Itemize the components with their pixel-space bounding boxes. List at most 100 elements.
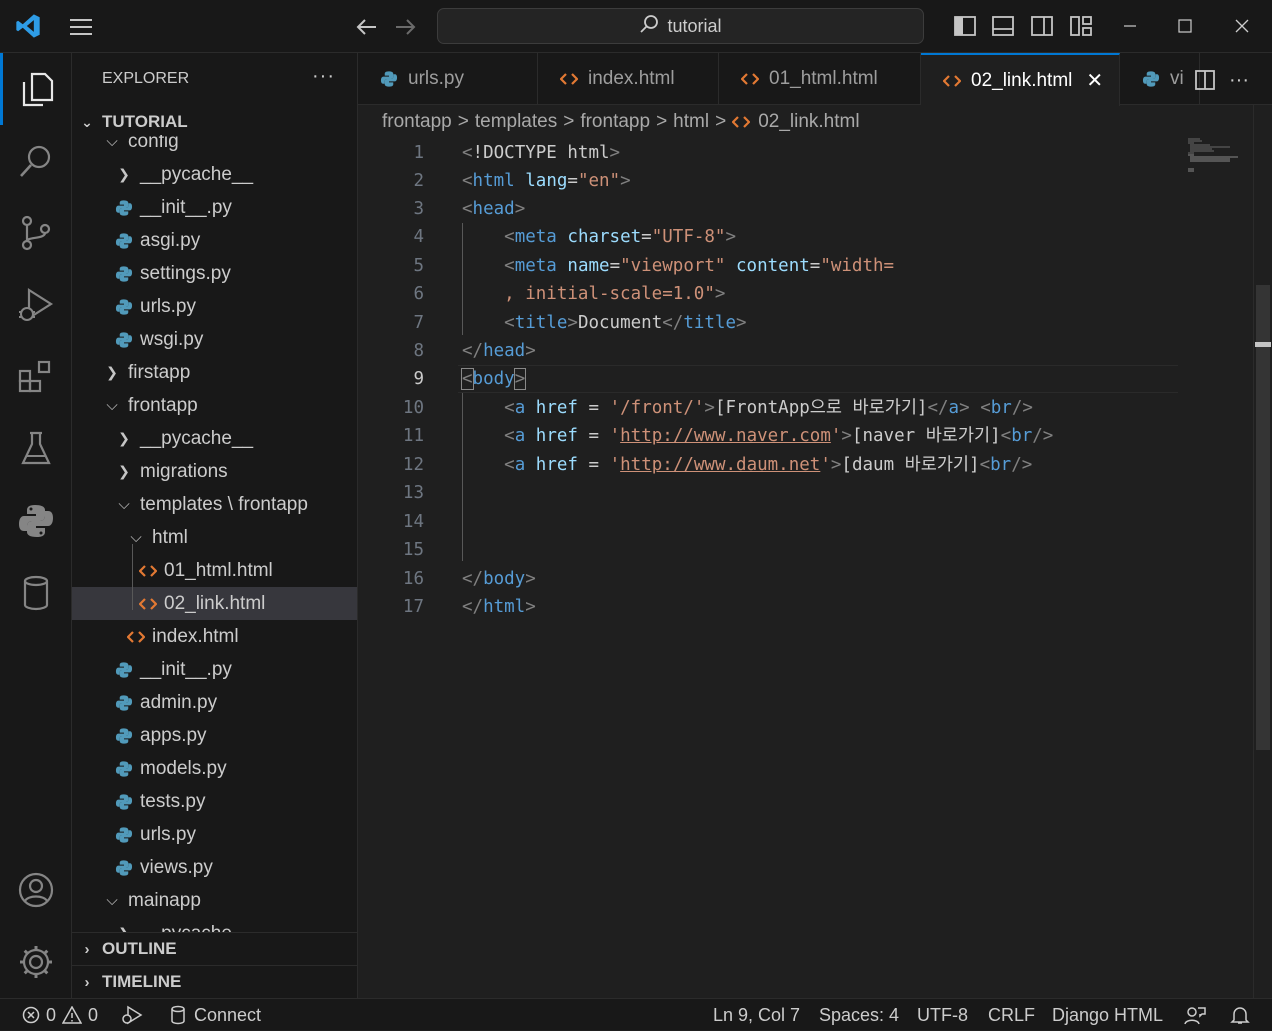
database-icon[interactable] (0, 557, 72, 629)
tree-item[interactable]: admin.py (72, 686, 357, 719)
python-icon (1142, 70, 1160, 88)
more-actions-icon[interactable]: ··· (312, 65, 335, 88)
editor-tab[interactable]: 01_html.html (719, 53, 921, 105)
workspace-name: TUTORIAL (102, 112, 188, 131)
breadcrumb-item[interactable]: frontapp (382, 111, 452, 133)
back-arrow-icon[interactable] (350, 10, 384, 44)
code-line: <head> (462, 199, 526, 219)
more-actions-icon[interactable]: ··· (1224, 65, 1254, 95)
notifications-bell-icon[interactable] (1230, 999, 1250, 1031)
editor-tab[interactable]: 02_link.html ✕ (921, 53, 1120, 106)
close-window-icon[interactable] (1224, 10, 1260, 42)
close-tab-icon[interactable]: ✕ (1086, 68, 1103, 93)
vertical-scrollbar[interactable] (1253, 105, 1272, 998)
breadcrumb-item[interactable]: 02_link.html (758, 111, 859, 133)
tree-item[interactable]: ⌵ html (72, 521, 357, 554)
python-icon[interactable] (0, 485, 72, 557)
code-editor[interactable]: 1 2 3 4 5 6 7 8 9 10 11 12 13 14 15 16 17 <!DOCTYPE html… (358, 139, 1188, 639)
line-number: 8 (413, 341, 424, 361)
outline-section-header[interactable]: › OUTLINE (72, 932, 357, 965)
tree-item-label: settings.py (140, 262, 231, 284)
search-icon[interactable] (0, 125, 72, 197)
scrollbar-thumb[interactable] (1256, 285, 1270, 750)
tree-item-label: frontapp (128, 394, 198, 416)
cursor-position[interactable]: Ln 9, Col 7 (713, 999, 800, 1031)
tree-item[interactable]: ❯ firstapp (72, 356, 357, 389)
html-file-icon (126, 627, 146, 647)
chevron-right-icon: > (563, 111, 575, 132)
debug-status[interactable] (120, 999, 144, 1031)
tree-item-label: asgi.py (140, 229, 201, 251)
tree-item[interactable]: apps.py (72, 719, 357, 752)
testing-icon[interactable] (0, 413, 72, 485)
tree-item-label: __pycache__ (140, 923, 253, 933)
tree-item[interactable]: tests.py (72, 785, 357, 818)
tree-item[interactable]: __init__.py (72, 653, 357, 686)
tree-item[interactable]: ❯ migrations (72, 455, 357, 488)
tree-item[interactable]: 01_html.html (72, 554, 357, 587)
tree-item[interactable]: asgi.py (72, 224, 357, 257)
tree-item[interactable]: models.py (72, 752, 357, 785)
settings-gear-icon[interactable] (0, 926, 72, 998)
encoding[interactable]: UTF-8 (917, 999, 968, 1031)
tree-item[interactable]: __init__.py (72, 191, 357, 224)
warning-count: 0 (88, 1004, 99, 1025)
indentation[interactable]: Spaces: 4 (819, 999, 899, 1031)
toggle-secondary-sidebar-icon[interactable] (1027, 10, 1057, 42)
database-connect[interactable]: Connect (170, 999, 261, 1031)
minimize-icon[interactable] (1112, 10, 1148, 42)
workspace-section-header[interactable]: ⌄ TUTORIAL (72, 109, 357, 135)
toggle-primary-sidebar-icon[interactable] (950, 10, 980, 42)
line-endings[interactable]: CRLF (988, 999, 1035, 1031)
split-editor-icon[interactable] (1190, 65, 1220, 95)
debug-icon (122, 1005, 143, 1025)
extensions-icon[interactable] (0, 341, 72, 413)
editor-tab[interactable]: index.html (538, 53, 719, 105)
tree-item[interactable]: ❯ __pycache__ (72, 917, 357, 933)
tree-item[interactable]: ❯ __pycache__ (72, 158, 357, 191)
editor-tab[interactable]: urls.py (358, 53, 538, 105)
toggle-panel-icon[interactable] (988, 10, 1018, 42)
html-icon (560, 72, 578, 86)
html-file-icon (138, 594, 158, 614)
timeline-section-header[interactable]: › TIMELINE (72, 965, 357, 998)
accounts-icon[interactable] (0, 854, 72, 926)
tree-item[interactable]: views.py (72, 851, 357, 884)
breadcrumb-item[interactable]: templates (475, 111, 557, 133)
line-number: 17 (402, 597, 424, 617)
tree-item[interactable]: ❯ __pycache__ (72, 422, 357, 455)
maximize-icon[interactable] (1167, 10, 1203, 42)
command-center-search[interactable]: tutorial (437, 8, 924, 44)
tree-item[interactable]: wsgi.py (72, 323, 357, 356)
problems-status[interactable]: 0 0 (22, 999, 98, 1031)
breadcrumb-item[interactable]: html (673, 111, 709, 133)
minimap[interactable] (1186, 137, 1256, 177)
python-file-icon (114, 825, 134, 845)
html-icon (741, 72, 759, 86)
chevron-down-icon: ⌵ (130, 529, 142, 546)
editor-tab[interactable]: vi (1120, 53, 1200, 105)
breadcrumb-item[interactable]: frontapp (580, 111, 650, 133)
python-file-icon (114, 198, 134, 218)
chevron-right-icon: ❯ (118, 463, 130, 479)
tree-item[interactable]: ⌵ frontapp (72, 389, 357, 422)
tree-item[interactable]: urls.py (72, 818, 357, 851)
tree-item[interactable]: settings.py (72, 257, 357, 290)
tree-item[interactable]: index.html (72, 620, 357, 653)
run-debug-icon[interactable] (0, 269, 72, 341)
tree-item[interactable]: ⌵ config (72, 135, 357, 158)
forward-arrow-icon[interactable] (388, 10, 422, 44)
explorer-icon[interactable] (0, 53, 72, 125)
database-icon (171, 1005, 185, 1025)
tree-item[interactable]: ⌵ templates \ frontapp (72, 488, 357, 521)
tab-label: 02_link.html (971, 69, 1073, 91)
source-control-icon[interactable] (0, 197, 72, 269)
language-mode[interactable]: Django HTML (1052, 999, 1163, 1031)
tree-item[interactable]: 02_link.html (72, 587, 357, 620)
customize-layout-icon[interactable] (1066, 10, 1096, 42)
tree-item[interactable]: ⌵ mainapp (72, 884, 357, 917)
feedback-icon[interactable] (1184, 999, 1206, 1031)
menu-icon[interactable] (64, 10, 98, 44)
tree-item[interactable]: urls.py (72, 290, 357, 323)
chevron-down-icon: ⌵ (106, 397, 118, 414)
